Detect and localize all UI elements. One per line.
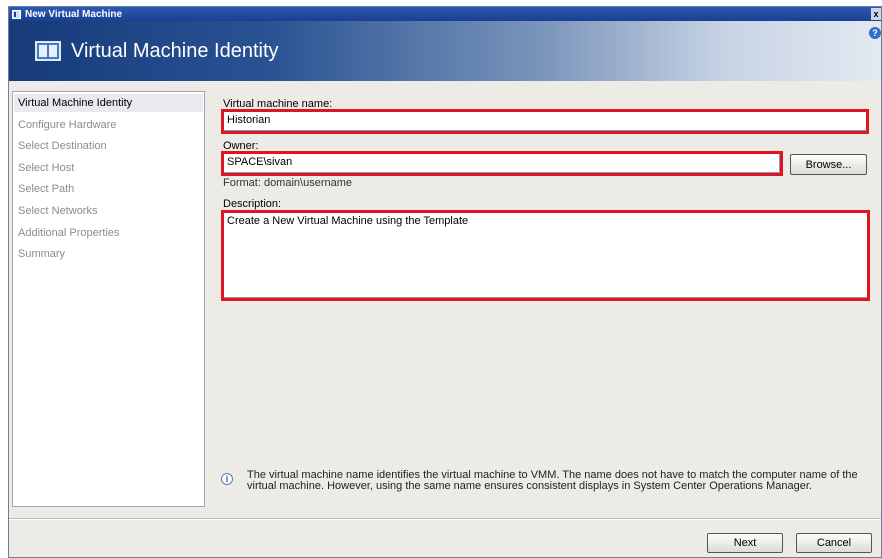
info-icon: i (221, 473, 233, 485)
help-icon[interactable]: ? (869, 27, 881, 39)
title-bar: New Virtual Machine x (9, 7, 881, 21)
nav-item-select-path[interactable]: Select Path (18, 183, 74, 195)
nav-item-select-networks[interactable]: Select Networks (18, 205, 97, 217)
wizard-steps-nav: Virtual Machine Identity Configure Hardw… (12, 91, 205, 507)
virtual-machine-icon (35, 41, 61, 61)
owner-input[interactable]: SPACE\sivan (223, 153, 780, 173)
nav-item-summary[interactable]: Summary (18, 248, 65, 260)
nav-item-additional-properties[interactable]: Additional Properties (18, 227, 120, 239)
window-app-icon (12, 9, 21, 19)
vm-name-input[interactable]: Historian (223, 111, 867, 131)
cancel-button[interactable]: Cancel (796, 533, 872, 553)
info-text: The virtual machine name identifies the … (247, 469, 858, 492)
window-title: New Virtual Machine (25, 8, 123, 20)
wizard-header: Virtual Machine Identity ? (9, 21, 881, 81)
nav-item-select-host[interactable]: Select Host (18, 162, 74, 174)
vm-name-label: Virtual machine name: (223, 98, 333, 110)
nav-item-select-destination[interactable]: Select Destination (18, 140, 107, 152)
next-button[interactable]: Next (707, 533, 783, 553)
browse-button[interactable]: Browse... (790, 154, 867, 175)
nav-item-virtual-machine-identity[interactable]: Virtual Machine Identity (18, 97, 132, 109)
owner-format-hint: Format: domain\username (223, 177, 352, 189)
owner-label: Owner: (223, 140, 259, 152)
new-virtual-machine-window: New Virtual Machine x Virtual Machine Id… (8, 6, 882, 558)
close-window-button[interactable]: x (871, 8, 881, 20)
page-title: Virtual Machine Identity (71, 40, 279, 62)
nav-item-configure-hardware[interactable]: Configure Hardware (18, 119, 116, 131)
description-textarea[interactable]: Create a New Virtual Machine using the T… (223, 212, 868, 298)
footer-divider (9, 518, 881, 520)
description-label: Description: (223, 198, 282, 210)
